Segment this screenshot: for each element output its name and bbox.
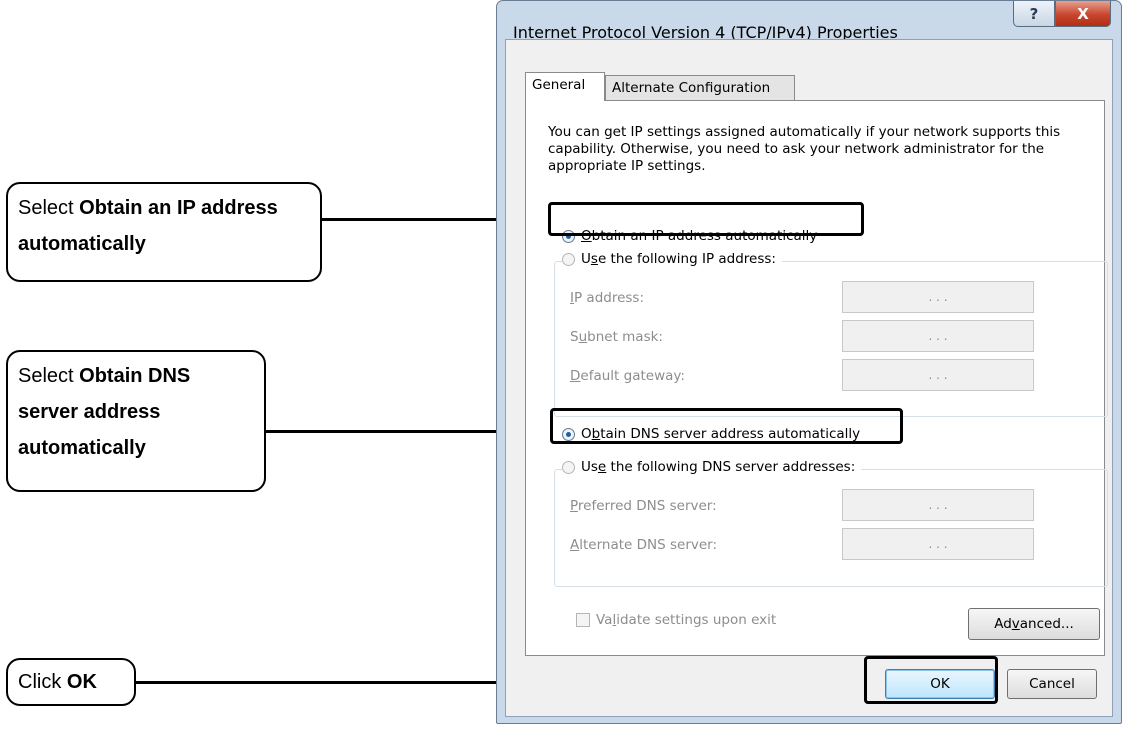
advanced-label: Advanced...	[994, 616, 1074, 632]
radio-use-following-dns[interactable]: Use the following DNS server addresses:	[562, 459, 862, 475]
callout-ok-bold: OK	[66, 671, 97, 693]
radio-label-ip-manual: Use the following IP address:	[581, 251, 776, 267]
tab-alternate-configuration[interactable]: Alternate Configuration	[605, 75, 795, 101]
checkbox-indicator	[576, 613, 590, 627]
radio-use-following-ip[interactable]: Use the following IP address:	[562, 251, 782, 267]
ip-address-field[interactable]: . . .	[842, 281, 1034, 313]
callout-click-ok: Click OK	[6, 658, 136, 706]
radio-label-dns-manual: Use the following DNS server addresses:	[581, 459, 856, 475]
callout-obtain-ip: Select Obtain an IP address automaticall…	[6, 182, 322, 282]
tcpipv4-properties-dialog: Internet Protocol Version 4 (TCP/IPv4) P…	[496, 0, 1122, 724]
highlight-ok-button	[864, 656, 998, 704]
radio-indicator-ip-manual	[562, 252, 575, 266]
subnet-mask-field[interactable]: . . .	[842, 320, 1034, 352]
subnet-mask-label: Subnet mask:	[570, 329, 663, 345]
callout-ok-prefix: Click	[18, 671, 67, 693]
ip-address-label: IP address:	[570, 290, 645, 306]
dialog-client-area: General Alternate Configuration You can …	[505, 39, 1113, 717]
tab-general[interactable]: General	[525, 72, 605, 101]
general-tab-panel: You can get IP settings assigned automat…	[525, 100, 1108, 656]
advanced-button[interactable]: Advanced...	[968, 608, 1100, 640]
alternate-dns-field[interactable]: . . .	[842, 528, 1034, 560]
close-button[interactable]: X	[1055, 1, 1111, 27]
close-icon: X	[1077, 4, 1089, 23]
cancel-button[interactable]: Cancel	[1007, 669, 1097, 699]
default-gateway-label: Default gateway:	[570, 368, 685, 384]
help-button[interactable]: ?	[1013, 1, 1055, 27]
preferred-dns-label: Preferred DNS server:	[570, 498, 717, 514]
default-gateway-field[interactable]: . . .	[842, 359, 1034, 391]
callout-obtain-dns: Select Obtain DNS server address automat…	[6, 350, 266, 492]
help-icon: ?	[1029, 4, 1039, 23]
radio-indicator-dns-manual	[562, 460, 575, 474]
callout-ip-prefix: Select	[18, 197, 80, 219]
highlight-obtain-dns	[550, 408, 903, 444]
callout-dns-prefix: Select	[18, 365, 80, 387]
preferred-dns-field[interactable]: . . .	[842, 489, 1034, 521]
validate-settings-label: Validate settings upon exit	[596, 612, 777, 628]
description-text: You can get IP settings assigned automat…	[548, 124, 1061, 174]
validate-settings-checkbox[interactable]: Validate settings upon exit	[576, 612, 776, 628]
highlight-obtain-ip	[548, 202, 864, 236]
alternate-dns-label: Alternate DNS server:	[570, 537, 718, 553]
